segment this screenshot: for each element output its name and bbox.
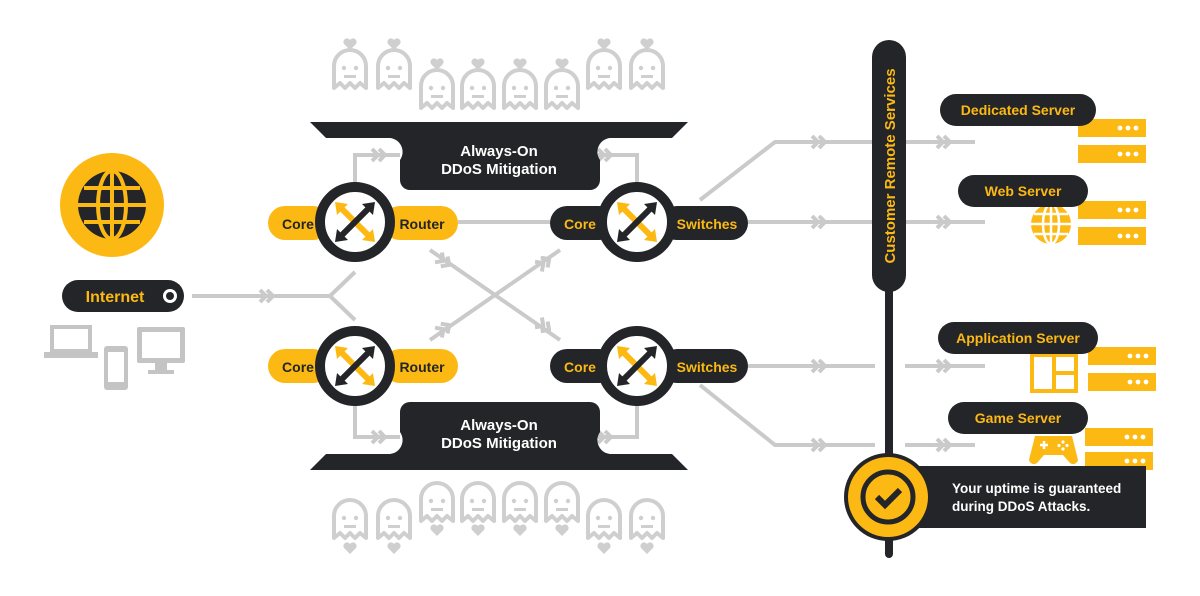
switch-icon bbox=[602, 187, 672, 257]
server-dedicated: Dedicated Server bbox=[940, 94, 1146, 163]
svg-text:Application Server: Application Server bbox=[956, 330, 1080, 346]
ghost-icon bbox=[460, 481, 496, 536]
ghost-icon bbox=[460, 58, 496, 110]
switch-node: Core Switches bbox=[550, 331, 748, 401]
ghost-icon bbox=[419, 58, 455, 110]
ghost-icon bbox=[332, 38, 368, 90]
ghost-icon bbox=[544, 481, 580, 536]
internet-label: Internet bbox=[62, 280, 184, 312]
switch-core-label: Core bbox=[564, 216, 596, 232]
ghost-icon bbox=[629, 498, 665, 554]
ghost-icon bbox=[544, 58, 580, 110]
svg-text:Internet: Internet bbox=[86, 289, 145, 306]
ghost-icon bbox=[376, 38, 412, 90]
mitigation-title: Always-On bbox=[460, 417, 538, 434]
attackers-bottom bbox=[332, 481, 665, 554]
router-icon bbox=[320, 187, 390, 257]
devices bbox=[44, 325, 185, 390]
desktop-icon bbox=[137, 327, 185, 374]
router-node: Core Router bbox=[268, 331, 458, 401]
svg-text:Dedicated Server: Dedicated Server bbox=[961, 102, 1076, 118]
mitigation-subtitle: DDoS Mitigation bbox=[441, 161, 557, 178]
ghost-icon bbox=[376, 498, 412, 554]
switch-node: Core Switches bbox=[550, 187, 748, 257]
ghost-icon bbox=[502, 58, 538, 110]
server-game: Game Server bbox=[948, 402, 1153, 470]
svg-text:during DDoS Attacks.: during DDoS Attacks. bbox=[952, 499, 1090, 514]
server-application: Application Server bbox=[938, 322, 1156, 393]
router-core-label: Core bbox=[282, 359, 314, 375]
ghost-icon bbox=[629, 38, 665, 90]
router-icon bbox=[320, 331, 390, 401]
ghost-icon bbox=[502, 481, 538, 536]
mitigation-title: Always-On bbox=[460, 143, 538, 160]
router-node: Core Router bbox=[268, 187, 458, 257]
globe-icon bbox=[60, 153, 164, 257]
ghost-icon bbox=[419, 481, 455, 536]
mitigation-subtitle: DDoS Mitigation bbox=[441, 435, 557, 452]
svg-text:Customer Remote Services: Customer Remote Services bbox=[882, 68, 899, 263]
phone-icon bbox=[104, 346, 128, 390]
globe-icon bbox=[1031, 202, 1071, 246]
laptop-icon bbox=[44, 325, 98, 358]
server-web: Web Server bbox=[958, 175, 1146, 246]
switch-icon bbox=[602, 331, 672, 401]
switch-core-label: Core bbox=[564, 359, 596, 375]
router-label: Router bbox=[399, 359, 445, 375]
switch-label: Switches bbox=[677, 216, 738, 232]
uptime-guarantee: Your uptime is guaranteed during DDoS At… bbox=[844, 453, 1146, 541]
svg-text:Your uptime is guaranteed: Your uptime is guaranteed bbox=[952, 481, 1121, 496]
svg-text:Web Server: Web Server bbox=[985, 183, 1062, 199]
ghost-icon bbox=[332, 498, 368, 554]
app-window-icon bbox=[1030, 353, 1078, 393]
switch-label: Switches bbox=[677, 359, 738, 375]
router-core-label: Core bbox=[282, 216, 314, 232]
ddos-diagram: Always-On DDoS Mitigation Always-On DDoS… bbox=[44, 38, 1156, 558]
ghost-icon bbox=[586, 498, 622, 554]
svg-text:Game Server: Game Server bbox=[975, 410, 1062, 426]
router-label: Router bbox=[399, 216, 445, 232]
gamepad-icon bbox=[1029, 436, 1078, 465]
ghost-icon bbox=[586, 38, 622, 90]
attackers-top bbox=[332, 38, 665, 110]
